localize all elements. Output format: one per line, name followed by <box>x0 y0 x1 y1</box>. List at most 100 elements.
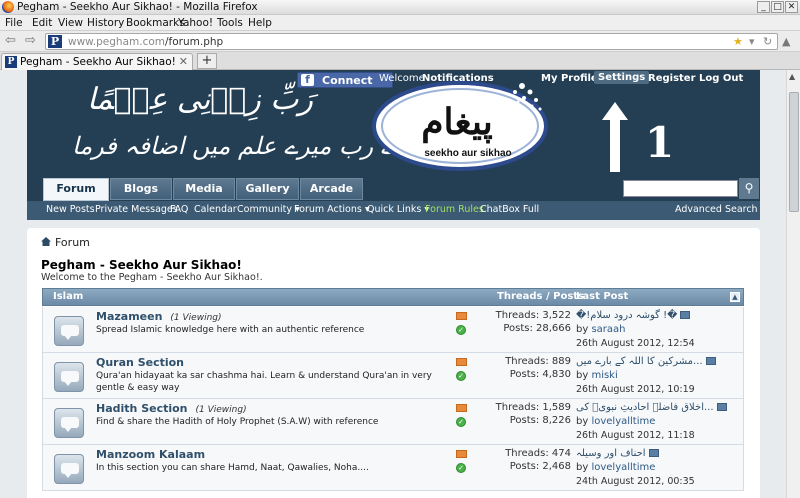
vertical-scrollbar[interactable]: ▲ <box>786 70 800 498</box>
window-title: Pegham - Seekho Aur Sikhao! - Mozilla Fi… <box>17 1 258 13</box>
quick-links-menu[interactable]: Quick Links ▾ <box>367 204 429 215</box>
site-header: f Connect Welcome Notifications My Profi… <box>27 70 760 220</box>
last-post-title[interactable]: احناف اور وسیلہ <box>576 448 659 459</box>
dropdown-arrow-icon[interactable]: ▾ <box>749 35 755 48</box>
community-menu[interactable]: Community ▾ <box>237 204 300 215</box>
private-messages-link[interactable]: Private Messages <box>95 204 178 215</box>
go-to-post-icon <box>648 449 659 457</box>
tab-arcade[interactable]: Arcade <box>300 178 363 200</box>
last-post-author: by saraah <box>576 324 626 335</box>
menu-help[interactable]: Help <box>248 17 272 29</box>
menu-tools[interactable]: Tools <box>217 17 243 29</box>
thread-count: Threads: 889 <box>505 356 571 367</box>
search-icon[interactable]: ⚲ <box>739 178 759 199</box>
last-post-date: 24th August 2012, 00:35 <box>576 476 695 487</box>
log-out-link[interactable]: Log Out <box>699 73 743 84</box>
forum-title[interactable]: Mazameen (1 Viewing) <box>96 310 222 323</box>
forum-description: Qura'an hidayaat ka sar chashma hai. Lea… <box>96 371 432 393</box>
scrollbar-thumb[interactable] <box>789 92 799 212</box>
forum-bubble-icon <box>54 316 84 346</box>
minimize-button[interactable]: _ <box>757 1 770 13</box>
browser-tab[interactable]: P Pegham - Seekho Aur Sikhao! ✕ <box>1 53 193 70</box>
section-title[interactable]: Islam <box>53 291 83 302</box>
forum-rules-link[interactable]: Forum Rules <box>425 204 484 215</box>
calendar-link[interactable]: Calendar <box>194 204 237 215</box>
chatbox-full-link[interactable]: ChatBox Full <box>480 204 539 215</box>
last-post-column: Last Post <box>576 291 629 302</box>
go-to-post-icon <box>680 311 691 319</box>
forum-row: Hadith Section (1 Viewing) Find & share t… <box>42 399 744 445</box>
menu-view[interactable]: View <box>58 17 83 29</box>
menu-edit[interactable]: Edit <box>32 17 52 29</box>
page-title: Pegham - Seekho Aur Sikhao! <box>41 258 242 272</box>
toolbar-overflow-icon[interactable]: ▲ <box>782 35 790 48</box>
forum-title[interactable]: Hadith Section (1 Viewing) <box>96 402 247 415</box>
annotation-up-arrow-icon <box>602 102 628 172</box>
search-input[interactable] <box>623 180 738 197</box>
last-post-title[interactable]: اخلاق فاضلہ احادیثِ نبویؐ کی... <box>576 402 727 413</box>
menu-file[interactable]: File <box>5 17 23 29</box>
menu-yahoo[interactable]: Yahoo! <box>178 17 213 29</box>
forum-row: Mazameen (1 Viewing) Spread Islamic knowl… <box>42 307 744 353</box>
tab-forum[interactable]: Forum <box>43 178 109 201</box>
threads-posts-column: Threads / Posts <box>497 291 585 302</box>
calligraphy-verse: رَبِّ زِدۡنِی عِلۡمًا <box>87 82 314 117</box>
menu-bar: File Edit View History Bookmarks Yahoo! … <box>0 15 800 31</box>
rss-icon[interactable] <box>456 450 467 458</box>
pegham-logo[interactable]: پیغام seekho aur sikhao <box>372 76 552 171</box>
tab-media[interactable]: Media <box>173 178 235 200</box>
forum-description: Spread Islamic knowledge here with an au… <box>96 325 365 335</box>
maximize-button[interactable]: □ <box>771 1 784 13</box>
tab-gallery[interactable]: Gallery <box>236 178 299 200</box>
svg-text:پیغام: پیغام <box>421 101 493 144</box>
thread-count: Threads: 3,522 <box>495 310 571 321</box>
collapse-icon[interactable]: ▲ <box>730 292 740 302</box>
site-favicon-icon: P <box>48 35 62 48</box>
bookmark-star-icon[interactable]: ★ <box>733 35 743 48</box>
faq-link[interactable]: FAQ <box>170 204 188 215</box>
last-post-title[interactable]: مشرکین کا اللہ کے بارے میں... <box>576 356 716 367</box>
page-viewport: f Connect Welcome Notifications My Profi… <box>0 70 786 498</box>
url-bar[interactable]: P www.pegham.com/forum.php ★ ▾ ↻ <box>45 33 778 50</box>
rss-icon[interactable] <box>456 404 467 412</box>
forum-content: Forum Pegham - Seekho Aur Sikhao! Welcom… <box>27 228 760 498</box>
forward-arrow-icon[interactable]: ⇨ <box>25 33 36 48</box>
home-icon <box>41 237 51 246</box>
close-window-button[interactable]: ✕ <box>785 1 798 13</box>
reload-icon[interactable]: ↻ <box>763 35 772 48</box>
advanced-search-link[interactable]: Advanced Search <box>675 204 758 215</box>
menu-bookmarks[interactable]: Bookmarks <box>126 17 185 29</box>
svg-text:seekho aur sikhao: seekho aur sikhao <box>424 148 511 159</box>
tab-title: Pegham - Seekho Aur Sikhao! <box>20 56 176 68</box>
scroll-up-arrow-icon[interactable]: ▲ <box>789 72 795 81</box>
url-text: www.pegham.com/forum.php <box>68 36 224 48</box>
tab-blogs[interactable]: Blogs <box>110 178 172 200</box>
close-tab-icon[interactable]: ✕ <box>179 55 188 68</box>
sub-navigation: New Posts Private Messages FAQ Calendar … <box>27 201 760 220</box>
back-arrow-icon[interactable]: ⇦ <box>5 33 16 48</box>
register-link[interactable]: Register <box>648 73 696 84</box>
welcome-message: Welcome to the Pegham - Seekho Aur Sikha… <box>41 272 263 283</box>
new-tab-button[interactable]: + <box>197 53 217 69</box>
forum-row: Manzoom Kalaam In this section you can s… <box>42 445 744 491</box>
forum-title[interactable]: Quran Section <box>96 356 192 369</box>
new-posts-link[interactable]: New Posts <box>46 204 95 215</box>
forum-row: Quran Section Qura'an hidayaat ka sar ch… <box>42 353 744 399</box>
post-count: Posts: 28,666 <box>503 323 571 334</box>
rss-icon[interactable] <box>456 358 467 366</box>
last-post-author: by lovelyalltime <box>576 462 656 473</box>
forum-actions-menu[interactable]: Forum Actions ▾ <box>294 204 370 215</box>
forum-title[interactable]: Manzoom Kalaam <box>96 448 213 461</box>
status-check-icon: ✓ <box>456 417 466 427</box>
forum-bubble-icon <box>54 362 84 392</box>
menu-history[interactable]: History <box>87 17 124 29</box>
post-count: Posts: 4,830 <box>509 369 571 380</box>
settings-link[interactable]: Settings <box>594 71 650 84</box>
rss-icon[interactable] <box>456 312 467 320</box>
breadcrumb[interactable]: Forum <box>41 236 90 249</box>
last-post-title[interactable]: �!گوشہ درود سلام !� <box>576 310 691 321</box>
post-count: Posts: 2,468 <box>509 461 571 472</box>
go-to-post-icon <box>716 403 727 411</box>
annotation-number: 1 <box>645 118 675 167</box>
last-post-author: by miski <box>576 370 618 381</box>
